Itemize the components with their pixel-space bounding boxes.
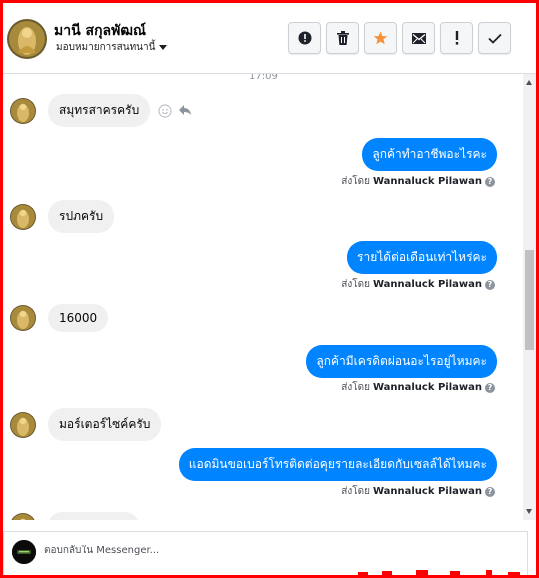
scroll-down-arrow-icon[interactable] — [526, 509, 532, 514]
sent-by-prefix: ส่งโดย — [341, 486, 370, 497]
delete-button[interactable] — [326, 22, 359, 54]
report-button[interactable] — [288, 22, 321, 54]
incoming-message-bubble[interactable]: สมุทรสาครครับ — [48, 94, 151, 127]
sent-by-prefix: ส่งโดย — [341, 279, 370, 290]
smiley-icon[interactable] — [158, 103, 172, 118]
contact-name[interactable]: มานี สกุลพัฒณ์ — [54, 20, 146, 42]
mark-unread-button[interactable] — [402, 22, 435, 54]
contact-avatar[interactable] — [7, 19, 47, 59]
header-toolbar — [288, 22, 511, 54]
sender-name: Wannaluck Pilawan — [372, 486, 482, 497]
alert-circle-icon — [298, 31, 311, 45]
sent-by-label: ส่งโดย Wannaluck Pilawan ? — [341, 484, 495, 499]
exclamation-icon — [455, 31, 458, 45]
sent-by-label: ส่งโดย Wannaluck Pilawan ? — [341, 277, 495, 292]
sender-name: Wannaluck Pilawan — [372, 382, 482, 393]
check-icon — [487, 33, 502, 44]
outgoing-message-bubble[interactable]: แอดมินขอเบอร์โทรติดต่อคุยรายละเอียดกับเซ… — [178, 448, 497, 481]
assign-conversation-dropdown[interactable]: มอบหมายการสนทนานี้ — [56, 40, 168, 55]
sent-by-prefix: ส่งโดย — [341, 176, 370, 187]
page-avatar — [12, 540, 36, 564]
thread-scrollbar[interactable] — [523, 74, 536, 520]
contact-avatar — [10, 411, 36, 438]
caret-down-icon — [159, 45, 168, 50]
sent-by-label: ส่งโดย Wannaluck Pilawan ? — [341, 380, 495, 395]
question-icon[interactable]: ? — [485, 279, 495, 290]
incoming-message-row: 095000000 — [10, 512, 139, 520]
message-timestamp: 17:09 — [249, 74, 278, 82]
outgoing-message-bubble[interactable]: ลูกค้ามีเครดิตผ่อนอะไรอยู่ไหมคะ — [306, 345, 497, 378]
incoming-message-bubble[interactable]: 095000000 — [48, 512, 139, 520]
outgoing-message-bubble[interactable]: ลูกค้าทำอาชีพอะไรคะ — [362, 138, 497, 171]
mark-done-button[interactable] — [478, 22, 511, 54]
question-icon[interactable]: ? — [485, 486, 495, 497]
reply-input[interactable] — [44, 545, 514, 556]
outgoing-message-bubble[interactable]: รายได้ต่อเดือนเท่าไหร่คะ — [347, 241, 497, 274]
incoming-message-bubble[interactable]: 16000 — [48, 304, 109, 332]
star-icon — [373, 31, 388, 45]
reply-icon[interactable] — [178, 104, 192, 116]
conversation-header: มานี สกุลพัฒณ์ มอบหมายการสนทนานี้ — [3, 3, 536, 74]
question-icon[interactable]: ? — [485, 382, 495, 393]
trash-icon — [336, 31, 349, 45]
contact-avatar — [10, 513, 36, 520]
spam-button[interactable] — [440, 22, 473, 54]
message-thread: 17:09 สมุทรสาครครับ ลูกค้าทำอาชีพอะไรคะ … — [3, 74, 523, 520]
incoming-message-row: 16000 — [10, 304, 109, 332]
assign-label: มอบหมายการสนทนานี้ — [56, 42, 156, 53]
incoming-message-row: มอร์เตอร์ไซค์ครับ — [10, 408, 162, 441]
star-button[interactable] — [364, 22, 397, 54]
incoming-message-row: รปภครับ — [10, 200, 115, 233]
question-icon[interactable]: ? — [485, 176, 495, 187]
sent-by-prefix: ส่งโดย — [341, 382, 370, 393]
incoming-message-bubble[interactable]: มอร์เตอร์ไซค์ครับ — [48, 408, 162, 441]
sender-name: Wannaluck Pilawan — [372, 279, 482, 290]
sent-by-label: ส่งโดย Wannaluck Pilawan ? — [341, 174, 495, 189]
envelope-icon — [411, 32, 426, 44]
scroll-up-arrow-icon[interactable] — [526, 80, 532, 85]
incoming-message-row: สมุทรสาครครับ — [10, 94, 192, 127]
message-actions — [158, 103, 192, 118]
sender-name: Wannaluck Pilawan — [372, 176, 482, 187]
red-annotation-marks — [358, 570, 520, 578]
scrollbar-thumb[interactable] — [525, 250, 534, 350]
reply-composer — [3, 531, 528, 575]
contact-avatar — [10, 97, 36, 124]
contact-avatar — [10, 203, 36, 230]
contact-avatar — [10, 305, 36, 331]
incoming-message-bubble[interactable]: รปภครับ — [48, 200, 115, 233]
